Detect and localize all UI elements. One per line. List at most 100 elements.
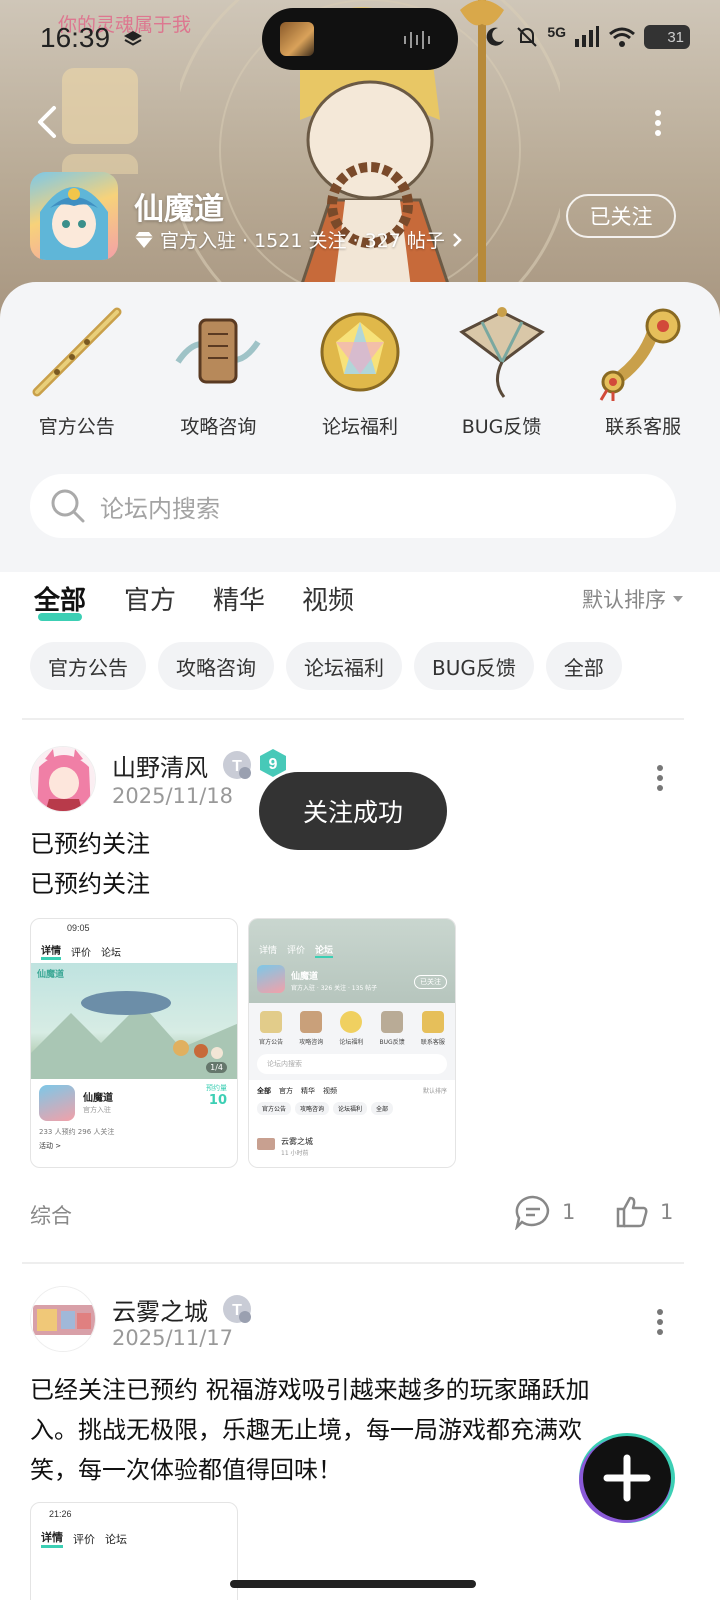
- forum-stats: · 1521 关注 · 327 帖子: [242, 230, 445, 252]
- diamond-icon: [135, 231, 153, 248]
- category-strategy[interactable]: 攻略咨询: [152, 302, 284, 439]
- thumb-info: 仙魔道 官方入驻 预约量 10 233 人预约 296 人关注 活动 >: [31, 1079, 237, 1150]
- thumb-tab: 详情: [259, 946, 278, 956]
- more-options-icon[interactable]: [648, 108, 668, 138]
- thumb-cat: BUG反馈: [379, 1039, 405, 1046]
- category-welfare[interactable]: 论坛福利: [294, 302, 426, 439]
- post-date: 2025/11/17: [112, 1326, 234, 1350]
- background-figure: [62, 154, 138, 174]
- media-thumbnail: [280, 22, 314, 56]
- thumb-name: 仙魔道: [83, 1093, 113, 1104]
- like-button[interactable]: 1: [614, 1194, 673, 1230]
- post-author[interactable]: 山野清风: [112, 748, 208, 783]
- post-more-icon[interactable]: [650, 1308, 670, 1336]
- post-tag[interactable]: 综合: [30, 1200, 72, 1230]
- tab-video[interactable]: 视频: [302, 580, 354, 617]
- flute-icon: [32, 307, 122, 397]
- forum-avatar: [30, 172, 118, 260]
- back-icon[interactable]: [30, 104, 66, 140]
- post-image[interactable]: 21:26 详情 评价 论坛: [30, 1502, 238, 1600]
- thumb-tabs2: 全部 官方 精华 视频 默认排序: [249, 1080, 455, 1102]
- thumb-name: 仙魔道: [291, 972, 319, 982]
- forum-meta[interactable]: 官方入驻 · 1521 关注 · 327 帖子: [134, 226, 463, 253]
- thumb-cat: 联系客服: [420, 1039, 445, 1046]
- thumb-reserve-label: 预约量: [206, 1084, 227, 1092]
- avatar[interactable]: [30, 746, 96, 812]
- create-post-button[interactable]: [578, 1432, 676, 1524]
- category-official-announcement[interactable]: 官方公告: [11, 302, 143, 439]
- thumb-post-name: 云雾之城: [281, 1137, 313, 1146]
- thumb-sub: 官方入驻: [83, 1106, 111, 1114]
- divider: [22, 1262, 684, 1264]
- moon-icon: [486, 27, 505, 46]
- thumb-chips: 官方公告 攻略咨询 论坛福利 全部: [249, 1102, 455, 1115]
- avatar[interactable]: [30, 1286, 96, 1352]
- category-label: BUG反馈: [461, 416, 542, 438]
- divider: [22, 718, 684, 720]
- post-image[interactable]: 详情 评价 论坛 仙魔道 官方入驻 · 326 关注 · 135 帖子 已关注 官方…: [248, 918, 456, 1168]
- thumb-tab: 评价: [73, 1532, 95, 1546]
- comment-button[interactable]: 1: [514, 1194, 575, 1230]
- post-line: 笑，每一次体验都值得回味！: [30, 1456, 342, 1484]
- audio-wave-icon: [404, 31, 430, 49]
- thumb-tab: 评价: [287, 946, 306, 956]
- gem-icon: [320, 312, 400, 392]
- caret-down-icon: [673, 596, 683, 602]
- network-type: 5G: [547, 24, 566, 40]
- post-line: 已经关注已预约 祝福游戏吸引越来越多的玩家踊跃加: [30, 1376, 590, 1404]
- chip-strategy[interactable]: 攻略咨询: [158, 642, 274, 690]
- level-t2-badge-icon: T: [223, 751, 251, 779]
- thumbs-up-icon: [616, 1196, 648, 1228]
- thumb-page-indicator: 1/4: [206, 1062, 227, 1073]
- forum-search-bar[interactable]: 论坛内搜索: [30, 474, 676, 538]
- like-count: 1: [660, 1200, 674, 1224]
- thumb-search: 论坛内搜索: [257, 1054, 447, 1074]
- chip-all[interactable]: 全部: [545, 642, 622, 690]
- post-image[interactable]: 09:05 详情 评价 论坛 仙魔道 1/4 仙魔道 官方入驻 预约量 10 233…: [30, 918, 238, 1168]
- category-bug-report[interactable]: BUG反馈: [436, 302, 568, 439]
- follow-button[interactable]: 已关注: [566, 194, 676, 238]
- thumb-tab: 视频: [323, 1087, 337, 1095]
- sort-label: 默认排序: [582, 588, 666, 612]
- chip-welfare[interactable]: 论坛福利: [286, 642, 402, 690]
- dynamic-island: [262, 8, 458, 70]
- thumb-cats: 官方公告 攻略咨询 论坛福利 BUG反馈 联系客服: [249, 1003, 455, 1046]
- category-label: 攻略咨询: [180, 416, 257, 438]
- thumb-follow: 已关注: [414, 975, 447, 989]
- comment-icon: [515, 1195, 550, 1230]
- post-author[interactable]: 云雾之城: [112, 1292, 208, 1327]
- thumb-tab: 评价: [71, 947, 91, 959]
- tab-official[interactable]: 官方: [124, 580, 176, 617]
- thumb-tab: 全部: [257, 1087, 271, 1095]
- category-row: 官方公告 攻略咨询 论坛福利 BUG反馈 联系客服: [0, 302, 720, 439]
- thumb-tabs: 详情 评价 论坛: [259, 943, 334, 958]
- thumb-tab: 论坛: [101, 947, 121, 959]
- thumb-avatar: [257, 965, 285, 993]
- post-body[interactable]: 已预约关注 已预约关注: [30, 824, 150, 904]
- chip-official-announcement[interactable]: 官方公告: [30, 642, 146, 690]
- post-body[interactable]: 已经关注已预约 祝福游戏吸引越来越多的玩家踊跃加 入。挑战无极限，乐趣无止境，每…: [30, 1370, 590, 1490]
- thumb-cat: 攻略咨询: [299, 1039, 324, 1046]
- scroll-icon: [175, 318, 261, 384]
- thumb-chip: 官方公告: [257, 1102, 292, 1115]
- status-time: 16:39: [40, 22, 111, 53]
- thumb-chip: 全部: [371, 1102, 394, 1115]
- post-line: 已预约关注: [30, 870, 150, 898]
- tab-all[interactable]: 全部: [34, 580, 86, 621]
- layers-icon: [124, 31, 142, 46]
- post-more-icon[interactable]: [650, 764, 670, 792]
- chip-bug-report[interactable]: BUG反馈: [414, 642, 534, 690]
- thumb-status-time: 21:26: [49, 1509, 72, 1519]
- post-line: 入。挑战无极限，乐趣无止境，每一局游戏都充满欢: [30, 1416, 582, 1444]
- tab-featured[interactable]: 精华: [213, 580, 265, 617]
- thumb-tab: 详情: [41, 942, 61, 960]
- post-filter-tabs: 全部 官方 精华 视频 默认排序: [0, 580, 720, 632]
- sort-dropdown[interactable]: 默认排序: [582, 584, 684, 614]
- thumb-sort: 默认排序: [422, 1088, 447, 1095]
- category-customer-service[interactable]: 联系客服: [577, 302, 709, 439]
- category-chips: 官方公告 攻略咨询 论坛福利 BUG反馈 全部: [30, 642, 622, 690]
- home-indicator[interactable]: [230, 1580, 476, 1588]
- level-t2-badge-icon: T: [223, 1295, 251, 1323]
- thumb-tab: 详情: [41, 1529, 63, 1548]
- post-line: 已预约关注: [30, 830, 150, 858]
